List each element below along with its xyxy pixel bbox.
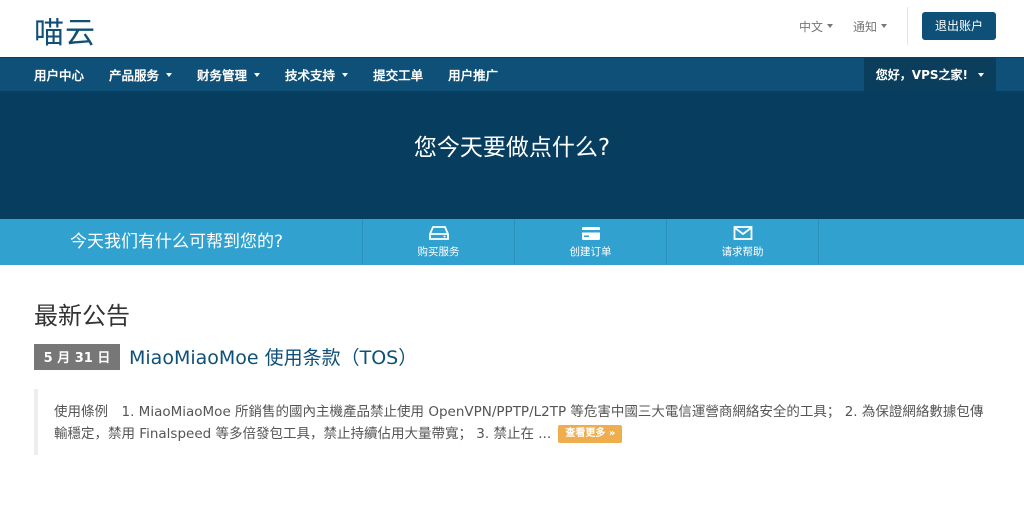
read-more-button[interactable]: 查看更多 » [558, 425, 623, 443]
chevron-down-icon [254, 72, 261, 77]
nav-item-billing[interactable]: 财务管理 [197, 65, 261, 84]
main-navbar: 用户中心 产品服务 财务管理 技术支持 提交工单 用户推广 您好，VPS之家! [0, 57, 1024, 91]
announcement-header: 5 月 31 日 MiaoMiaoMoe 使用条款（TOS） [34, 343, 417, 370]
notifications-label: 通知 [852, 19, 877, 34]
request-help-button[interactable]: 请求帮助 [666, 219, 819, 265]
nav-item-label: 技术支持 [285, 68, 336, 83]
nav-item-label: 用户推广 [448, 68, 499, 83]
date-badge: 5 月 31 日 [34, 343, 120, 370]
user-greeting: 您好，VPS之家! [875, 68, 968, 82]
hero-title: 您今天要做点什么? [413, 135, 611, 161]
create-order-button[interactable]: 创建订单 [514, 219, 666, 265]
chevron-down-icon [978, 72, 984, 77]
help-prompt: 今天我们有什么可帮到您的? [70, 232, 284, 252]
nav-item-label: 用户中心 [34, 68, 85, 83]
help-action-label: 创建订单 [569, 246, 612, 258]
header-actions: 中文 通知 退出账户 [799, 7, 996, 45]
notifications-dropdown[interactable]: 通知 [853, 18, 887, 35]
help-actions: 购买服务 创建订单 请求帮助 [362, 219, 819, 265]
nav-item-open-ticket[interactable]: 提交工单 [373, 65, 423, 84]
announcement-title-link[interactable]: MiaoMiaoMoe 使用条款（TOS） [129, 343, 417, 370]
nav-item-label: 财务管理 [197, 68, 248, 83]
nav-item-products[interactable]: 产品服务 [109, 65, 173, 84]
announcement-excerpt-text: 使用條例 1. MiaoMiaoMoe 所銷售的國內主機產品禁止使用 OpenV… [54, 404, 984, 442]
help-bar: 今天我们有什么可帮到您的? 购买服务 创建订单 请求帮助 [0, 219, 1024, 265]
chevron-down-icon [826, 24, 833, 28]
announcements-heading: 最新公告 [34, 302, 130, 330]
nav-menu: 用户中心 产品服务 财务管理 技术支持 提交工单 用户推广 [34, 58, 523, 91]
nav-item-affiliates[interactable]: 用户推广 [448, 65, 498, 84]
nav-item-user-center[interactable]: 用户中心 [34, 65, 84, 84]
envelope-icon [733, 226, 752, 240]
nav-item-support[interactable]: 技术支持 [285, 65, 349, 84]
language-label: 中文 [798, 19, 823, 34]
user-account-dropdown[interactable]: 您好，VPS之家! [863, 58, 996, 91]
site-logo[interactable]: 喵云 [34, 8, 96, 52]
help-action-label: 购买服务 [417, 246, 460, 258]
help-action-label: 请求帮助 [721, 246, 764, 258]
logout-button[interactable]: 退出账户 [921, 12, 996, 40]
nav-item-label: 提交工单 [373, 68, 424, 83]
chevron-down-icon [880, 24, 887, 28]
buy-service-button[interactable]: 购买服务 [362, 219, 514, 265]
chevron-down-icon [342, 72, 349, 77]
server-icon [428, 226, 449, 240]
nav-item-label: 产品服务 [109, 68, 160, 83]
language-dropdown[interactable]: 中文 [799, 18, 833, 35]
top-header: 喵云 中文 通知 退出账户 [0, 0, 1024, 57]
chevron-down-icon [166, 72, 173, 77]
hero-banner: 您今天要做点什么? [0, 91, 1024, 219]
divider [906, 7, 908, 45]
announcement-excerpt: 使用條例 1. MiaoMiaoMoe 所銷售的國內主機產品禁止使用 OpenV… [34, 389, 990, 455]
credit-card-icon [581, 227, 600, 240]
